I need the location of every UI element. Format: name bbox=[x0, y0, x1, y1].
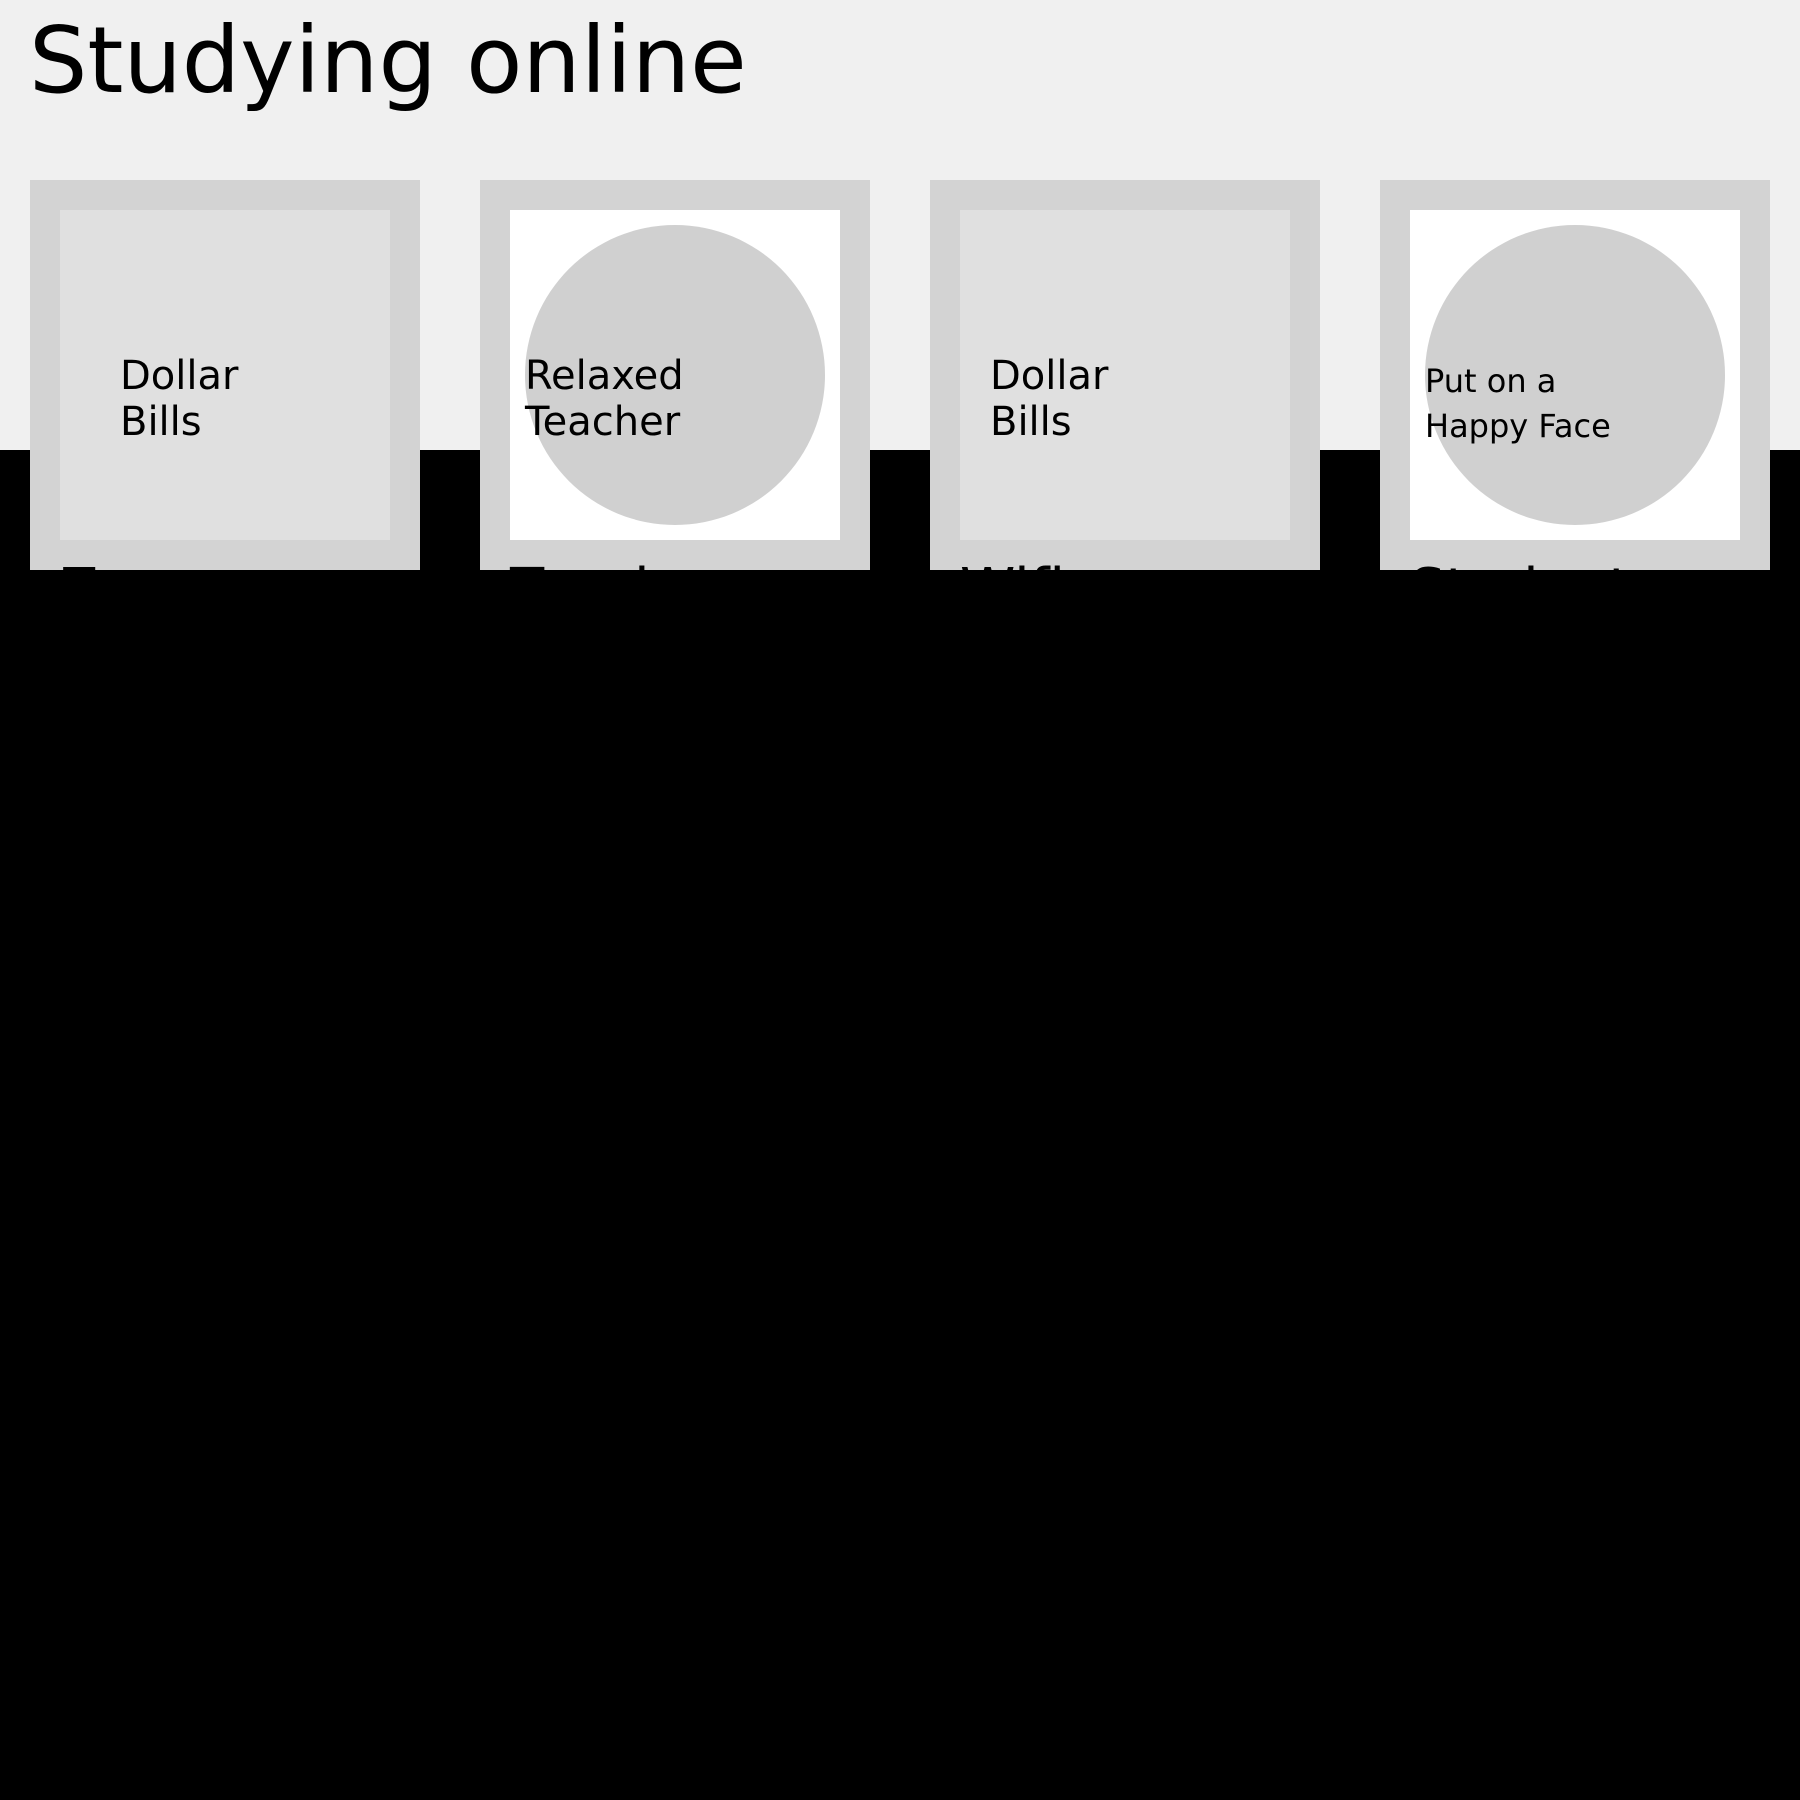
card-image-caption: Put on a Happy Face bbox=[1425, 362, 1611, 445]
card-image-caption: Relaxed Teacher bbox=[525, 353, 684, 445]
card-teacher[interactable]: Relaxed Teacher Teacher bbox=[480, 180, 870, 570]
card-title: Wifi company bbox=[960, 550, 1320, 570]
card-image-placeholder: Relaxed Teacher bbox=[510, 210, 840, 540]
card-title: Teacher bbox=[510, 550, 727, 570]
card-image-placeholder: Dollar Bills bbox=[60, 210, 390, 540]
card-students[interactable]: Put on a Happy Face Students bbox=[1380, 180, 1770, 570]
card-title: Zoom bbox=[60, 550, 221, 570]
card-image-placeholder: Dollar Bills bbox=[960, 210, 1290, 540]
card-image-caption: Dollar Bills bbox=[120, 353, 239, 445]
card-image-caption: Dollar Bills bbox=[990, 353, 1109, 445]
card-zoom[interactable]: Dollar Bills Zoom bbox=[30, 180, 420, 570]
card-image-placeholder: Put on a Happy Face bbox=[1410, 210, 1740, 540]
card-title: Students bbox=[1410, 550, 1660, 570]
card-wifi-company[interactable]: Dollar Bills Wifi company bbox=[930, 180, 1320, 570]
page-title: Studying online bbox=[29, 7, 747, 114]
